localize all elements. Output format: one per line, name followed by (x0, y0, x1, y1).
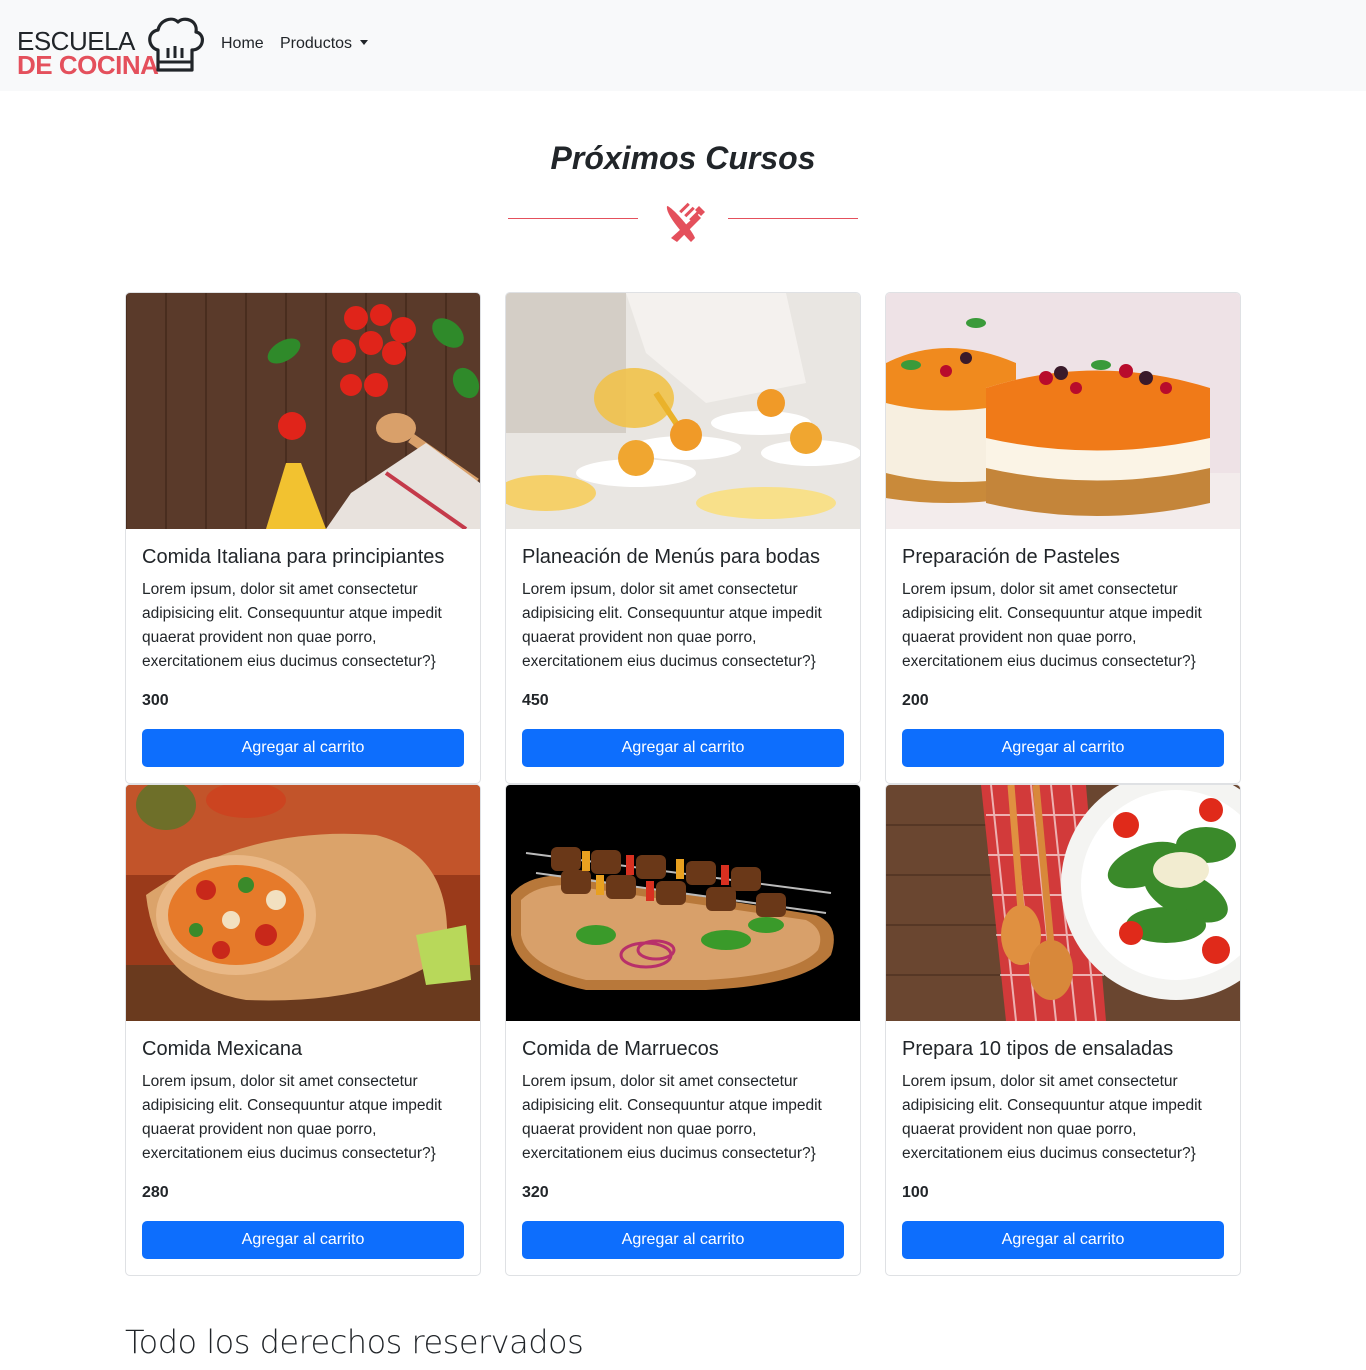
card-text: Lorem ipsum, dolor sit amet consectetur … (522, 1073, 822, 1162)
nav-productos-dropdown[interactable]: Productos (280, 35, 369, 53)
kebab-skewers-image (506, 785, 860, 1021)
card-title: Comida de Marruecos (522, 1038, 719, 1060)
divider-line-left (508, 218, 638, 219)
card-title: Prepara 10 tipos de ensaladas (902, 1038, 1174, 1060)
card-image-svg (506, 293, 860, 529)
add-to-cart-button[interactable]: Agregar al carrito (522, 729, 844, 767)
card-price: 100 (902, 1184, 929, 1201)
course-card: Prepara 10 tipos de ensaladas Lorem ipsu… (885, 784, 1241, 1276)
card-title: Planeación de Menús para bodas (522, 546, 820, 568)
add-to-cart-button[interactable]: Agregar al carrito (142, 729, 464, 767)
card-price: 320 (522, 1184, 549, 1201)
card-image-svg (886, 785, 1240, 1021)
card-price: 300 (142, 692, 169, 709)
caret-down-icon (360, 40, 369, 45)
add-to-cart-button[interactable]: Agregar al carrito (902, 1221, 1224, 1259)
course-card: Preparación de Pasteles Lorem ipsum, dol… (885, 292, 1241, 784)
italian-ingredients-image (126, 293, 480, 529)
add-to-cart-button[interactable]: Agregar al carrito (142, 1221, 464, 1259)
divider-line-right (728, 218, 858, 219)
burrito-image (126, 785, 480, 1021)
card-price: 450 (522, 692, 549, 709)
course-card: Comida de Marruecos Lorem ipsum, dolor s… (505, 784, 861, 1276)
nav-productos-label: Productos (280, 35, 353, 52)
card-text: Lorem ipsum, dolor sit amet consectetur … (142, 581, 442, 670)
card-image-svg (126, 293, 480, 529)
nav-home-link[interactable]: Home (221, 35, 264, 53)
card-image-svg (886, 293, 1240, 529)
card-price: 200 (902, 692, 929, 709)
section-title: Próximos Cursos (550, 140, 816, 176)
salad-plate-image (886, 785, 1240, 1021)
chef-hat-icon (148, 17, 204, 72)
card-text: Lorem ipsum, dolor sit amet consectetur … (522, 581, 822, 670)
card-price: 280 (142, 1184, 169, 1201)
course-card: Comida Mexicana Lorem ipsum, dolor sit a… (125, 784, 481, 1276)
card-image-svg (126, 785, 480, 1021)
fork-knife-icon (666, 202, 705, 242)
course-card: Comida Italiana para principiantes Lorem… (125, 292, 481, 784)
navbar: ESCUELA DE COCINA Home Productos (0, 0, 1366, 91)
add-to-cart-button[interactable]: Agregar al carrito (522, 1221, 844, 1259)
card-title: Comida Mexicana (142, 1038, 303, 1060)
card-title: Preparación de Pasteles (902, 546, 1120, 568)
add-to-cart-button[interactable]: Agregar al carrito (902, 729, 1224, 767)
card-text: Lorem ipsum, dolor sit amet consectetur … (142, 1073, 442, 1162)
wedding-menu-plating-image (506, 293, 860, 529)
card-text: Lorem ipsum, dolor sit amet consectetur … (902, 1073, 1202, 1162)
cheesecake-image (886, 293, 1240, 529)
card-image-svg (506, 785, 860, 1021)
course-card: Planeación de Menús para bodas Lorem ips… (505, 292, 861, 784)
card-text: Lorem ipsum, dolor sit amet consectetur … (902, 581, 1202, 670)
footer-text: Todo los derechos reservados (125, 1323, 584, 1361)
card-title: Comida Italiana para principiantes (142, 546, 445, 568)
brand-line2: DE COCINA (17, 50, 159, 80)
brand-logo[interactable]: ESCUELA DE COCINA (17, 14, 207, 80)
